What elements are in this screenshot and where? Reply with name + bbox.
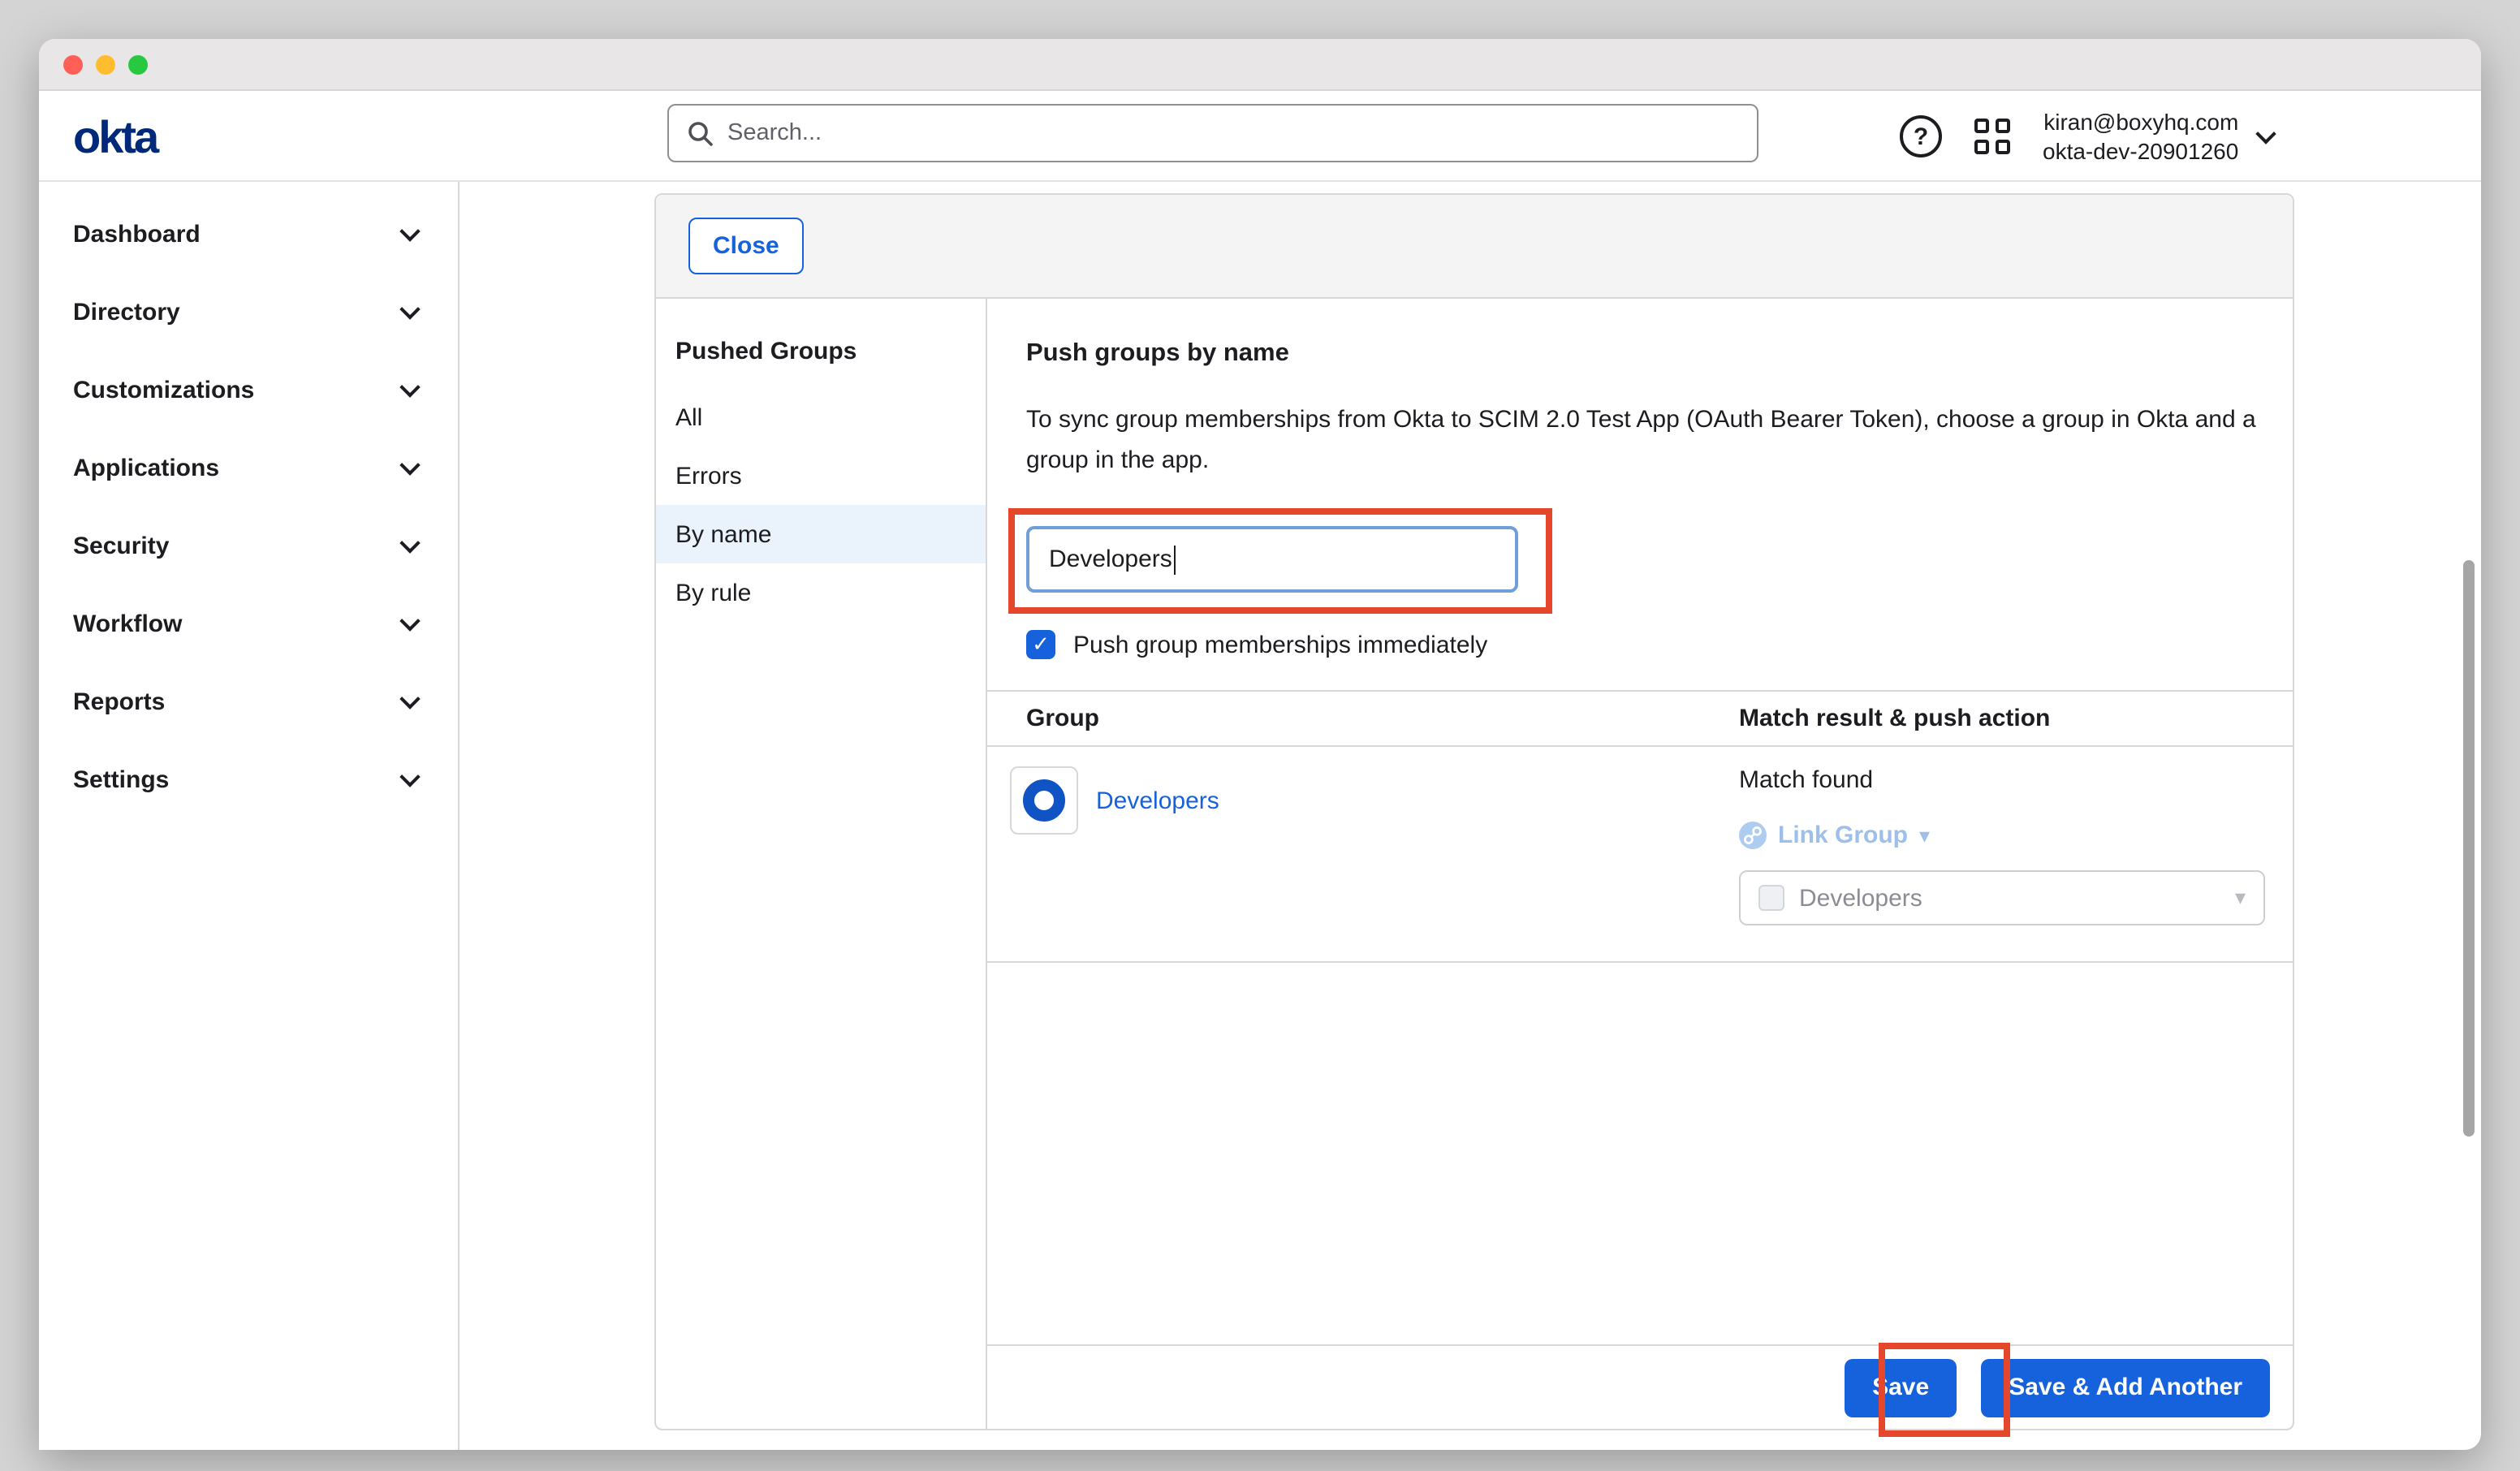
search-icon <box>687 120 713 146</box>
section-description: To sync group memberships from Okta to S… <box>1026 399 2263 481</box>
group-placeholder-icon <box>1758 885 1784 911</box>
chevron-down-icon <box>399 688 420 708</box>
chevron-down-icon <box>399 766 420 786</box>
window-titlebar <box>39 39 2481 91</box>
chevron-down-icon <box>399 298 420 318</box>
pushed-groups-subnav: Pushed Groups All Errors By name By rule <box>656 299 987 1429</box>
push-immediately-row: ✓ Push group memberships immediately <box>1026 630 1487 659</box>
link-icon <box>1739 822 1767 849</box>
column-group: Group <box>987 705 1739 732</box>
push-by-name-content: Push groups by name To sync group member… <box>987 299 2293 1429</box>
column-match-result: Match result & push action <box>1739 705 2293 732</box>
chevron-down-icon <box>399 454 420 474</box>
push-immediately-checkbox[interactable]: ✓ <box>1026 630 1055 659</box>
group-ring-icon <box>1023 779 1065 822</box>
sidebar-item-reports[interactable]: Reports <box>39 662 458 740</box>
group-icon <box>1010 766 1078 835</box>
sidebar-item-label: Applications <box>73 454 219 481</box>
subnav-item-by-name[interactable]: By name <box>656 505 986 563</box>
text-cursor <box>1174 545 1176 574</box>
sidebar-item-workflow[interactable]: Workflow <box>39 585 458 662</box>
minimize-window-button[interactable] <box>96 54 115 74</box>
sidebar-item-label: Reports <box>73 688 165 715</box>
zoom-window-button[interactable] <box>128 54 148 74</box>
chevron-down-icon <box>399 532 420 552</box>
app-header: okta ? kiran@boxyhq.com okt <box>39 91 2481 182</box>
panel-header: Close <box>656 195 2293 299</box>
sidebar-item-label: Security <box>73 532 169 559</box>
link-group-dropdown[interactable]: Link Group ▾ <box>1739 822 2267 849</box>
check-icon: ✓ <box>1032 632 1050 658</box>
target-group-select[interactable]: Developers ▾ <box>1739 870 2265 925</box>
sidebar-item-label: Settings <box>73 766 169 793</box>
sidebar-item-label: Dashboard <box>73 220 201 248</box>
panel-body: Pushed Groups All Errors By name By rule… <box>656 299 2293 1429</box>
caret-down-icon: ▾ <box>2235 885 2246 911</box>
link-group-label: Link Group <box>1778 822 1908 849</box>
sidebar-nav: Dashboard Directory Customizations Appli… <box>39 182 460 1450</box>
table-row: Developers Match found <box>987 747 2293 963</box>
apps-grid-icon[interactable] <box>1974 119 2010 154</box>
match-cell: Match found Link Group ▾ <box>1739 766 2267 925</box>
desktop: okta ? kiran@boxyhq.com okt <box>0 0 2520 1471</box>
group-cell: Developers <box>1010 766 1219 835</box>
save-add-another-button[interactable]: Save & Add Another <box>1981 1358 2270 1417</box>
chevron-down-icon <box>399 220 420 240</box>
subnav-item-all[interactable]: All <box>656 388 986 446</box>
sidebar-item-label: Workflow <box>73 610 182 637</box>
subnav-item-errors[interactable]: Errors <box>656 446 986 505</box>
account-menu[interactable]: kiran@boxyhq.com okta-dev-20901260 <box>2043 107 2272 166</box>
group-name-input-value: Developers <box>1049 546 1172 573</box>
question-glyph: ? <box>1914 123 1928 150</box>
account-email: kiran@boxyhq.com <box>2043 107 2238 136</box>
search-box[interactable] <box>667 104 1758 162</box>
push-groups-panel: Close Pushed Groups All Errors By name B… <box>654 193 2294 1430</box>
search-input[interactable] <box>727 120 1739 146</box>
sidebar-item-settings[interactable]: Settings <box>39 740 458 818</box>
sidebar-item-applications[interactable]: Applications <box>39 429 458 507</box>
sidebar-item-directory[interactable]: Directory <box>39 273 458 351</box>
account-org: okta-dev-20901260 <box>2043 136 2238 166</box>
app-window: okta ? kiran@boxyhq.com okt <box>39 39 2481 1450</box>
sidebar-item-dashboard[interactable]: Dashboard <box>39 195 458 273</box>
match-result-text: Match found <box>1739 766 2267 794</box>
header-actions: ? kiran@boxyhq.com okta-dev-20901260 <box>1900 91 2272 182</box>
help-icon[interactable]: ? <box>1900 115 1942 157</box>
chevron-down-icon <box>2255 123 2276 143</box>
sidebar-item-label: Customizations <box>73 376 254 403</box>
save-button[interactable]: Save <box>1845 1358 1957 1417</box>
checkbox-label: Push group memberships immediately <box>1073 631 1487 658</box>
close-window-button[interactable] <box>63 54 83 74</box>
section-title: Push groups by name <box>1026 339 1289 369</box>
sidebar-item-label: Directory <box>73 298 180 326</box>
sidebar-item-customizations[interactable]: Customizations <box>39 351 458 429</box>
chevron-down-icon <box>399 610 420 630</box>
panel-footer: Save Save & Add Another <box>987 1344 2293 1429</box>
subnav-title: Pushed Groups <box>656 321 986 388</box>
account-info: kiran@boxyhq.com okta-dev-20901260 <box>2043 107 2238 166</box>
scrollbar[interactable] <box>2463 560 2475 1137</box>
subnav-item-by-rule[interactable]: By rule <box>656 563 986 622</box>
group-name-input[interactable]: Developers <box>1026 526 1518 593</box>
target-group-value: Developers <box>1799 884 1922 912</box>
sidebar-item-security[interactable]: Security <box>39 507 458 585</box>
table-header: Group Match result & push action <box>987 690 2293 747</box>
group-link[interactable]: Developers <box>1096 787 1219 814</box>
chevron-down-icon <box>399 376 420 396</box>
okta-logo: okta <box>73 112 157 164</box>
caret-down-icon: ▾ <box>1919 822 1930 848</box>
close-button[interactable]: Close <box>688 218 804 274</box>
